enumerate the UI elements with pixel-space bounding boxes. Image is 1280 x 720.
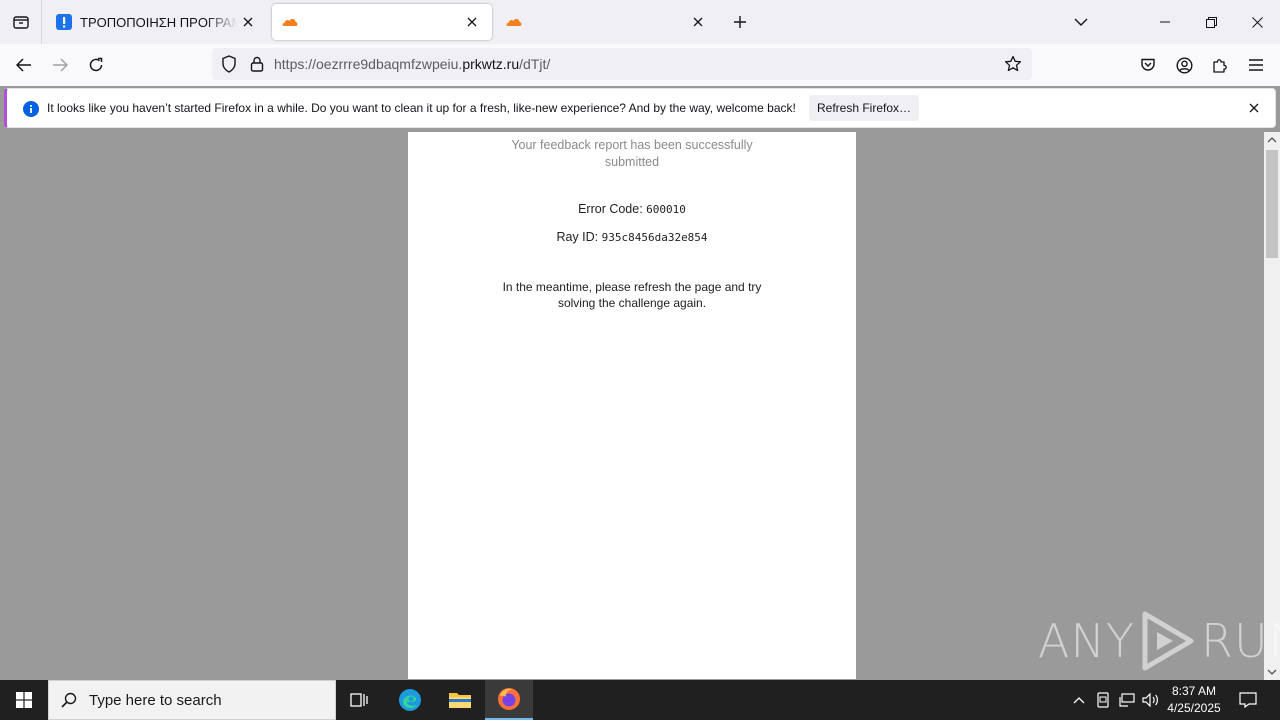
chevron-down-icon <box>1074 18 1088 26</box>
taskbar-search[interactable]: Type here to search <box>48 680 336 720</box>
restore-icon <box>1205 16 1217 28</box>
firefox-view-button[interactable] <box>0 0 42 44</box>
ray-id-value: 935c8456da32e854 <box>601 231 708 244</box>
notification-icon <box>1239 692 1257 708</box>
navigation-toolbar: https://oezrrre9dbaqmfzwpeiu.prkwtz.ru/d… <box>0 44 1280 86</box>
extensions-button[interactable] <box>1206 51 1234 79</box>
puzzle-icon <box>1213 59 1227 73</box>
url-text[interactable]: https://oezrrre9dbaqmfzwpeiu.prkwtz.ru/d… <box>274 56 550 72</box>
tab-1[interactable]: ΤΡΟΠΟΠΟΙΗΣΗ ΠΡΟΓΡΑΜΜΑ <box>46 4 268 40</box>
back-button[interactable] <box>10 51 38 79</box>
error-code: Error Code: 600010 <box>408 202 856 216</box>
cloudflare-icon <box>506 14 522 30</box>
close-tab-icon[interactable] <box>688 12 708 32</box>
anyrun-watermark: ANY RUN <box>1038 610 1280 672</box>
speaker-icon <box>1142 693 1158 707</box>
chevron-up-icon <box>1073 697 1085 704</box>
file-explorer-button[interactable] <box>436 680 484 720</box>
close-icon <box>1251 16 1263 28</box>
error-code-value: 600010 <box>646 203 686 216</box>
restore-button[interactable] <box>1188 0 1234 44</box>
hamburger-icon <box>1249 59 1263 71</box>
url-path: /dTjt/ <box>519 56 551 72</box>
account-icon <box>1175 56 1193 74</box>
start-button[interactable] <box>0 680 48 720</box>
challenge-card: Your feedback report has been successful… <box>408 132 856 679</box>
pocket-button[interactable] <box>1134 51 1162 79</box>
folder-icon <box>449 693 471 708</box>
vertical-scrollbar[interactable] <box>1264 132 1280 680</box>
arrow-left-icon <box>16 58 31 72</box>
bookmark-star-icon[interactable] <box>1004 55 1022 73</box>
task-view-icon <box>350 693 368 707</box>
action-center-button[interactable] <box>1234 680 1262 720</box>
tab-strip: ΤΡΟΠΟΠΟΙΗΣΗ ΠΡΟΓΡΑΜΜΑ <box>0 0 1280 44</box>
cloudflare-icon <box>282 14 298 30</box>
clock-time: 8:37 AM <box>1171 684 1217 698</box>
forward-button[interactable] <box>46 51 74 79</box>
tab-3[interactable] <box>496 4 718 40</box>
firefox-icon <box>498 688 520 710</box>
tab-title: ΤΡΟΠΟΠΟΙΗΣΗ ΠΡΟΓΡΑΜΜΑ <box>80 14 238 30</box>
instruction-text: In the meantime, please refresh the page… <box>502 280 762 310</box>
show-hidden-icons-button[interactable] <box>1068 680 1090 720</box>
device-icon <box>1097 692 1109 708</box>
notification-message: It looks like you haven’t started Firefo… <box>47 101 796 115</box>
exclamation-icon <box>56 14 72 30</box>
plus-icon <box>734 16 746 28</box>
search-icon <box>49 692 89 708</box>
ray-id-label: Ray ID: <box>556 230 602 244</box>
watermark-left: ANY <box>1038 614 1135 668</box>
tray-device-button[interactable] <box>1092 680 1114 720</box>
play-logo-icon <box>1142 611 1194 671</box>
edge-taskbar-button[interactable] <box>386 680 434 720</box>
firefox-view-icon <box>12 16 29 29</box>
notification-bar: It looks like you haven’t started Firefo… <box>4 88 1276 128</box>
pocket-icon <box>1141 58 1155 71</box>
reload-icon <box>89 57 103 72</box>
tracking-protection-shield-icon[interactable] <box>220 55 238 73</box>
page-viewport: Your feedback report has been successful… <box>0 132 1264 680</box>
search-placeholder: Type here to search <box>89 691 222 709</box>
account-button[interactable] <box>1170 51 1198 79</box>
close-tab-icon[interactable] <box>238 12 258 32</box>
ray-id: Ray ID: 935c8456da32e854 <box>408 230 856 244</box>
scroll-up-icon[interactable] <box>1264 132 1280 148</box>
url-prefix: https://oezrrre9dbaqmfzwpeiu. <box>274 56 463 72</box>
volume-button[interactable] <box>1140 680 1162 720</box>
refresh-firefox-button[interactable]: Refresh Firefox… <box>809 95 919 121</box>
windows-logo-icon <box>16 692 32 708</box>
list-all-tabs-button[interactable] <box>1058 0 1104 44</box>
minimize-button[interactable] <box>1142 0 1188 44</box>
clock-date: 4/25/2025 <box>1167 701 1221 715</box>
close-notification-icon[interactable] <box>1245 99 1263 117</box>
system-clock[interactable]: 8:37 AM 4/25/2025 <box>1162 683 1226 717</box>
task-view-button[interactable] <box>336 680 384 720</box>
address-bar[interactable]: https://oezrrre9dbaqmfzwpeiu.prkwtz.ru/d… <box>212 48 1032 80</box>
url-domain: prkwtz.ru <box>462 56 520 72</box>
scrollbar-thumb[interactable] <box>1266 150 1278 258</box>
tab-2[interactable] <box>272 4 492 40</box>
feedback-message: Your feedback report has been successful… <box>511 138 753 169</box>
watermark-right: RUN <box>1200 614 1280 668</box>
network-icon <box>1119 693 1135 707</box>
firefox-taskbar-button[interactable] <box>485 680 533 720</box>
network-button[interactable] <box>1116 680 1138 720</box>
app-menu-button[interactable] <box>1242 51 1270 79</box>
edge-icon <box>399 689 421 711</box>
minimize-icon <box>1160 21 1170 23</box>
arrow-right-icon <box>53 58 68 72</box>
close-window-button[interactable] <box>1234 0 1280 44</box>
lock-icon[interactable] <box>248 55 266 73</box>
taskbar: Type here to search 8:37 AM 4/25/2025 <box>0 680 1280 720</box>
reload-button[interactable] <box>82 51 110 79</box>
error-code-label: Error Code: <box>578 202 647 216</box>
info-icon <box>23 101 39 117</box>
close-tab-icon[interactable] <box>462 12 482 32</box>
new-tab-button[interactable] <box>728 10 752 34</box>
